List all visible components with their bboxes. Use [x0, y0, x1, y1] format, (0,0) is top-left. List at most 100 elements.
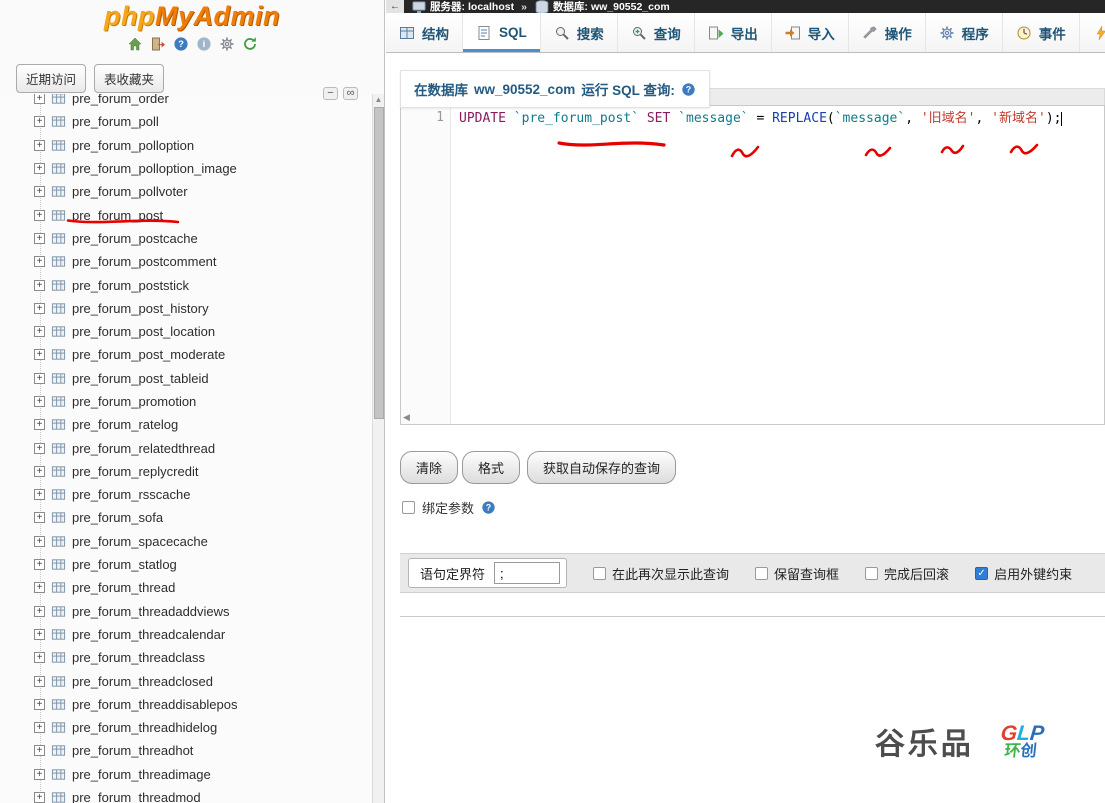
table-name[interactable]: pre_forum_post_tableid	[72, 371, 209, 386]
sidebar-table-item[interactable]: +pre_forum_ratelog	[0, 413, 372, 436]
expand-icon[interactable]: +	[34, 116, 45, 127]
expand-icon[interactable]: +	[34, 652, 45, 663]
checkbox-retain-query-box[interactable]: 保留查询框	[755, 564, 839, 583]
expand-icon[interactable]: +	[34, 536, 45, 547]
bind-parameters-checkbox[interactable]	[402, 501, 415, 514]
table-name[interactable]: pre_forum_threadmod	[72, 790, 201, 803]
gear-icon[interactable]	[219, 36, 235, 52]
home-icon[interactable]	[127, 36, 143, 52]
checkbox-icon[interactable]	[593, 567, 606, 580]
checkbox-show-query-again[interactable]: 在此再次显示此查询	[593, 564, 729, 583]
table-name[interactable]: pre_forum_threaddisablepos	[72, 697, 238, 712]
phpmyadmin-logo[interactable]: phpMyAdmin	[0, 0, 384, 32]
clear-button[interactable]: 清除	[400, 451, 458, 484]
expand-icon[interactable]: +	[34, 582, 45, 593]
format-button[interactable]: 格式	[462, 451, 520, 484]
expand-icon[interactable]: +	[34, 373, 45, 384]
sidebar-table-item[interactable]: +pre_forum_post_location	[0, 320, 372, 343]
table-name[interactable]: pre_forum_threadhot	[72, 743, 193, 758]
checkbox-icon[interactable]	[755, 567, 768, 580]
sidebar-table-item[interactable]: + pre_forum_sofa	[0, 506, 372, 529]
sidebar-table-item[interactable]: +pre_forum_postcache	[0, 227, 372, 250]
server-link[interactable]: localhost	[468, 1, 514, 13]
delimiter-input[interactable]	[494, 562, 560, 584]
sidebar-table-item[interactable]: + pre_forum_threaddisablepos	[0, 693, 372, 716]
sidebar-table-item[interactable]: +pre_forum_order	[0, 94, 372, 110]
tab-query[interactable]: 查询	[618, 13, 695, 52]
expand-icon[interactable]: +	[34, 512, 45, 523]
tab-export[interactable]: 导出	[695, 13, 772, 52]
back-arrow-icon[interactable]: ←	[386, 0, 404, 13]
expand-icon[interactable]: +	[34, 280, 45, 291]
sidebar-table-item[interactable]: + pre_forum_threadclosed	[0, 669, 372, 692]
sidebar-table-item[interactable]: + pre_forum_polloption	[0, 134, 372, 157]
table-name[interactable]: pre_forum_statlog	[72, 557, 177, 572]
tab-import[interactable]: 导入	[772, 13, 849, 52]
tab-operations[interactable]: 操作	[849, 13, 926, 52]
sidebar-table-item[interactable]: + pre_forum_post_tableid	[0, 367, 372, 390]
sidebar-table-item[interactable]: + pre_forum_relatedthread	[0, 436, 372, 459]
get-autosaved-query-button[interactable]: 获取自动保存的查询	[527, 451, 676, 484]
checkbox-icon[interactable]	[865, 567, 878, 580]
legend-database-name[interactable]: ww_90552_com	[474, 82, 575, 97]
expand-icon[interactable]: +	[34, 769, 45, 780]
expand-icon[interactable]: +	[34, 489, 45, 500]
help-icon[interactable]: ?	[681, 82, 696, 97]
sidebar-table-item[interactable]: +pre_forum_pollvoter	[0, 180, 372, 203]
table-name[interactable]: pre_forum_polloption_image	[72, 161, 237, 176]
table-name[interactable]: pre_forum_sofa	[72, 510, 163, 525]
table-name[interactable]: pre_forum_threadimage	[72, 767, 211, 782]
table-name[interactable]: pre_forum_relatedthread	[72, 441, 215, 456]
expand-icon[interactable]: +	[34, 722, 45, 733]
sidebar-table-item[interactable]: +pre_forum_threadhot	[0, 739, 372, 762]
help-icon[interactable]: ?	[173, 36, 189, 52]
sidebar-table-item[interactable]: + pre_forum_threadhidelog	[0, 716, 372, 739]
info-icon[interactable]: i	[196, 36, 212, 52]
favorite-tables-button[interactable]: 表收藏夹	[94, 64, 164, 93]
sidebar-table-item[interactable]: +pre_forum_promotion	[0, 390, 372, 413]
help-icon[interactable]: ?	[481, 500, 496, 515]
table-name[interactable]: pre_forum_poll	[72, 114, 159, 129]
sidebar-table-item[interactable]: +pre_forum_polloption_image	[0, 157, 372, 180]
exit-icon[interactable]	[150, 36, 166, 52]
table-name[interactable]: pre_forum_threadhidelog	[72, 720, 217, 735]
expand-icon[interactable]: +	[34, 140, 45, 151]
sidebar-table-item[interactable]: + pre_forum_post_moderate	[0, 343, 372, 366]
sidebar-table-item[interactable]: +pre_forum_threadclass	[0, 646, 372, 669]
table-name[interactable]: pre_forum_order	[72, 94, 169, 106]
collapse-all-icon[interactable]: −	[323, 87, 338, 100]
recent-tables-button[interactable]: 近期访问	[16, 64, 86, 93]
table-name[interactable]: pre_forum_poststick	[72, 278, 189, 293]
expand-icon[interactable]: +	[34, 303, 45, 314]
table-name[interactable]: pre_forum_postcache	[72, 231, 198, 246]
table-name[interactable]: pre_forum_polloption	[72, 138, 194, 153]
expand-icon[interactable]: +	[34, 699, 45, 710]
sidebar-table-item[interactable]: +pre_forum_threadaddviews	[0, 600, 372, 623]
sidebar-table-item[interactable]: +pre_forum_spacecache	[0, 530, 372, 553]
tab-routines[interactable]: 程序	[926, 13, 1003, 52]
checkbox-rollback[interactable]: 完成后回滚	[865, 564, 949, 583]
editor-scroll-left-icon[interactable]: ◀	[403, 412, 410, 423]
table-name[interactable]: pre_forum_post_history	[72, 301, 209, 316]
sidebar-table-item[interactable]: +pre_forum_statlog	[0, 553, 372, 576]
expand-icon[interactable]: +	[34, 676, 45, 687]
expand-icon[interactable]: +	[34, 606, 45, 617]
sidebar-table-item[interactable]: + pre_forum_poll	[0, 110, 372, 133]
table-name[interactable]: pre_forum_postcomment	[72, 254, 217, 269]
sidebar-table-item[interactable]: + pre_forum_threadimage	[0, 763, 372, 786]
sidebar-table-item[interactable]: +pre_forum_rsscache	[0, 483, 372, 506]
table-name[interactable]: pre_forum_post_location	[72, 324, 215, 339]
sql-code-line[interactable]: UPDATE `pre_forum_post` SET `message` = …	[451, 106, 1104, 127]
table-name[interactable]: pre_forum_post_moderate	[72, 347, 225, 362]
sidebar-scrollbar[interactable]: ▲	[372, 94, 384, 803]
sidebar-table-item[interactable]: + pre_forum_poststick	[0, 273, 372, 296]
table-name[interactable]: pre_forum_threadcalendar	[72, 627, 225, 642]
expand-icon[interactable]: +	[34, 349, 45, 360]
tab-structure[interactable]: 结构	[386, 13, 463, 52]
table-name[interactable]: pre_forum_threadclosed	[72, 674, 213, 689]
expand-icon[interactable]: +	[34, 443, 45, 454]
expand-icon[interactable]: +	[34, 210, 45, 221]
expand-icon[interactable]: +	[34, 186, 45, 197]
table-name[interactable]: pre_forum_promotion	[72, 394, 196, 409]
sidebar-table-item[interactable]: + pre_forum_post_history	[0, 297, 372, 320]
